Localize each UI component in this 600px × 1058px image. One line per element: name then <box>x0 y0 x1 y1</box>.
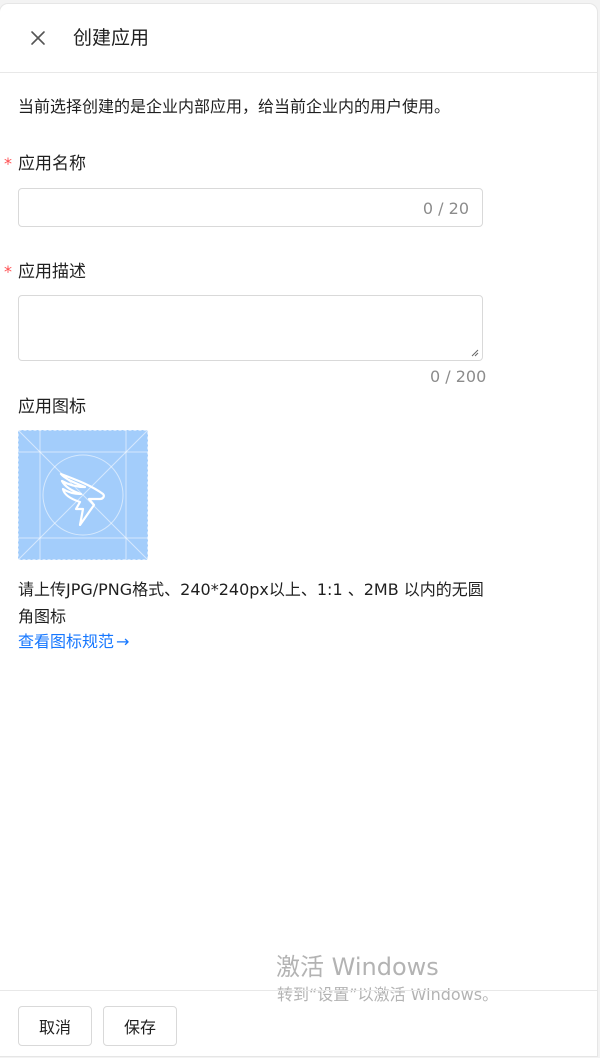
required-mark-desc: * <box>4 262 12 281</box>
save-button[interactable]: 保存 <box>103 1006 177 1046</box>
app-icon-upload[interactable] <box>17 429 149 561</box>
form-description: 当前选择创建的是企业内部应用，给当前企业内的用户使用。 <box>18 97 451 116</box>
cancel-button[interactable]: 取消 <box>18 1006 92 1046</box>
app-name-counter: 0 / 20 <box>422 199 469 218</box>
app-name-input[interactable] <box>29 197 413 221</box>
icon-spec-link-text[interactable]: 查看图标规范 <box>18 630 114 654</box>
create-app-panel: 创建应用 当前选择创建的是企业内部应用，给当前企业内的用户使用。 * 应用名称 … <box>0 4 597 1056</box>
icon-spec-link[interactable]: 查看图标规范 → <box>18 630 129 654</box>
app-name-label: 应用名称 <box>18 154 86 174</box>
app-desc-textarea[interactable] <box>29 304 473 356</box>
app-desc-counter: 0 / 200 <box>430 367 487 386</box>
activation-watermark-title: 激活 Windows <box>276 953 439 981</box>
panel-header: 创建应用 <box>0 4 597 73</box>
app-icon-label: 应用图标 <box>18 397 86 417</box>
panel-footer: 取消 保存 <box>0 990 597 1056</box>
required-mark-name: * <box>4 154 12 173</box>
upload-hint: 请上传JPG/PNG格式、240*240px以上、1:1 、2MB 以内的无圆角… <box>18 580 484 626</box>
arrow-right-icon: → <box>116 632 130 651</box>
app-desc-field[interactable] <box>18 295 483 361</box>
close-icon <box>31 31 45 45</box>
page-title: 创建应用 <box>73 27 150 49</box>
app-desc-label: 应用描述 <box>18 262 86 282</box>
app-name-field[interactable]: 0 / 20 <box>18 188 483 227</box>
close-button[interactable] <box>26 26 50 50</box>
resize-handle-icon[interactable] <box>471 349 479 357</box>
dingtalk-logo-icon <box>59 472 105 526</box>
